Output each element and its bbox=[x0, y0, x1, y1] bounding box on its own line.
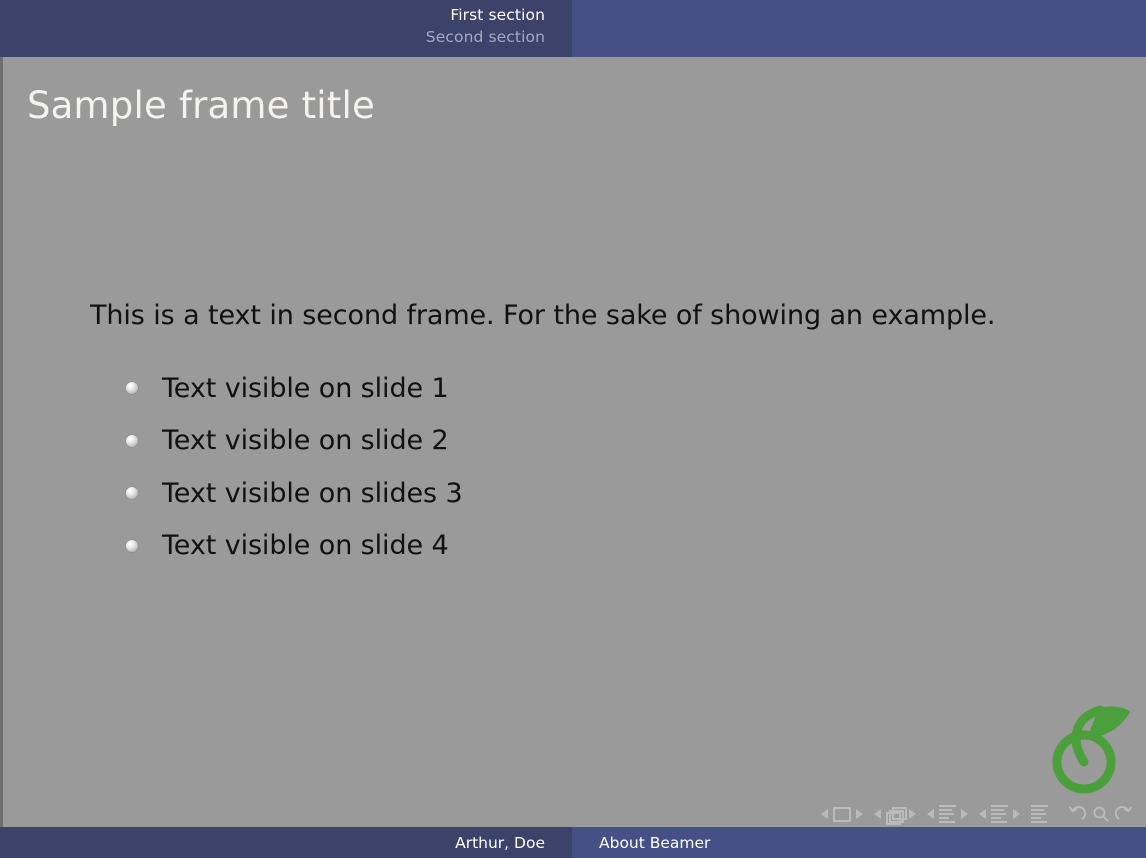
slide-icon[interactable] bbox=[833, 806, 851, 822]
beamer-navigation-symbols[interactable] bbox=[821, 804, 1134, 825]
subsection-navigation[interactable] bbox=[927, 805, 968, 823]
list-item-label: Text visible on slide 1 bbox=[162, 372, 449, 404]
navigation-extra-icons[interactable] bbox=[1062, 805, 1134, 823]
body-paragraph: This is a text in second frame. For the … bbox=[90, 300, 996, 331]
header-left-panel: First section Second section bbox=[0, 0, 572, 57]
header-right-panel bbox=[572, 0, 1146, 57]
header-navigation-bar: First section Second section bbox=[0, 0, 1146, 57]
page-title: Sample frame title bbox=[27, 84, 375, 127]
bullet-ball-icon bbox=[126, 434, 138, 447]
bullet-ball-icon bbox=[126, 539, 138, 552]
frame-navigation[interactable] bbox=[874, 807, 916, 825]
list-item-label: Text visible on slide 4 bbox=[162, 530, 449, 562]
footer-author: Arthur, Doe bbox=[455, 833, 545, 852]
previous-section-icon[interactable] bbox=[979, 809, 986, 819]
list-item: Text visible on slides 3 bbox=[124, 467, 463, 520]
list-item: Text visible on slide 1 bbox=[124, 362, 463, 415]
footer-author-panel: Arthur, Doe bbox=[0, 827, 572, 858]
section-navigation[interactable] bbox=[979, 805, 1020, 823]
footer-bar: Arthur, Doe About Beamer bbox=[0, 827, 1146, 858]
subsection-lines-icon[interactable] bbox=[939, 805, 956, 823]
bullet-ball-icon bbox=[126, 487, 138, 500]
footer-title-panel: About Beamer bbox=[572, 827, 1146, 858]
bullet-list: Text visible on slide 1 Text visible on … bbox=[124, 362, 463, 572]
presentation-navigation[interactable] bbox=[1031, 805, 1048, 823]
list-item-label: Text visible on slide 2 bbox=[162, 425, 449, 457]
next-subsection-icon[interactable] bbox=[961, 809, 968, 819]
section-lines-icon[interactable] bbox=[991, 805, 1008, 823]
header-section-first[interactable]: First section bbox=[450, 6, 545, 24]
next-slide-icon[interactable] bbox=[856, 809, 863, 819]
undo-arrow-icon[interactable] bbox=[1067, 805, 1086, 823]
next-section-icon[interactable] bbox=[1013, 809, 1020, 819]
list-item: Text visible on slide 4 bbox=[124, 520, 463, 573]
list-item: Text visible on slide 2 bbox=[124, 415, 463, 468]
presentation-lines-icon[interactable] bbox=[1031, 805, 1048, 823]
magnifier-icon[interactable] bbox=[1091, 805, 1110, 823]
green-sprout-logo bbox=[1040, 696, 1132, 796]
header-section-second[interactable]: Second section bbox=[426, 28, 545, 46]
previous-subsection-icon[interactable] bbox=[927, 809, 934, 819]
previous-frame-icon[interactable] bbox=[874, 809, 881, 819]
next-frame-icon[interactable] bbox=[909, 809, 916, 819]
left-sidebar-edge bbox=[0, 57, 3, 827]
slide-navigation[interactable] bbox=[821, 806, 863, 822]
list-item-label: Text visible on slides 3 bbox=[162, 477, 463, 509]
bullet-ball-icon bbox=[126, 382, 138, 395]
frame-stack-icon[interactable] bbox=[886, 807, 907, 825]
redo-arrow-icon[interactable] bbox=[1115, 805, 1134, 823]
beamer-slide: First section Second section Sample fram… bbox=[0, 0, 1146, 858]
previous-slide-icon[interactable] bbox=[821, 809, 828, 819]
footer-presentation-title: About Beamer bbox=[599, 833, 711, 852]
